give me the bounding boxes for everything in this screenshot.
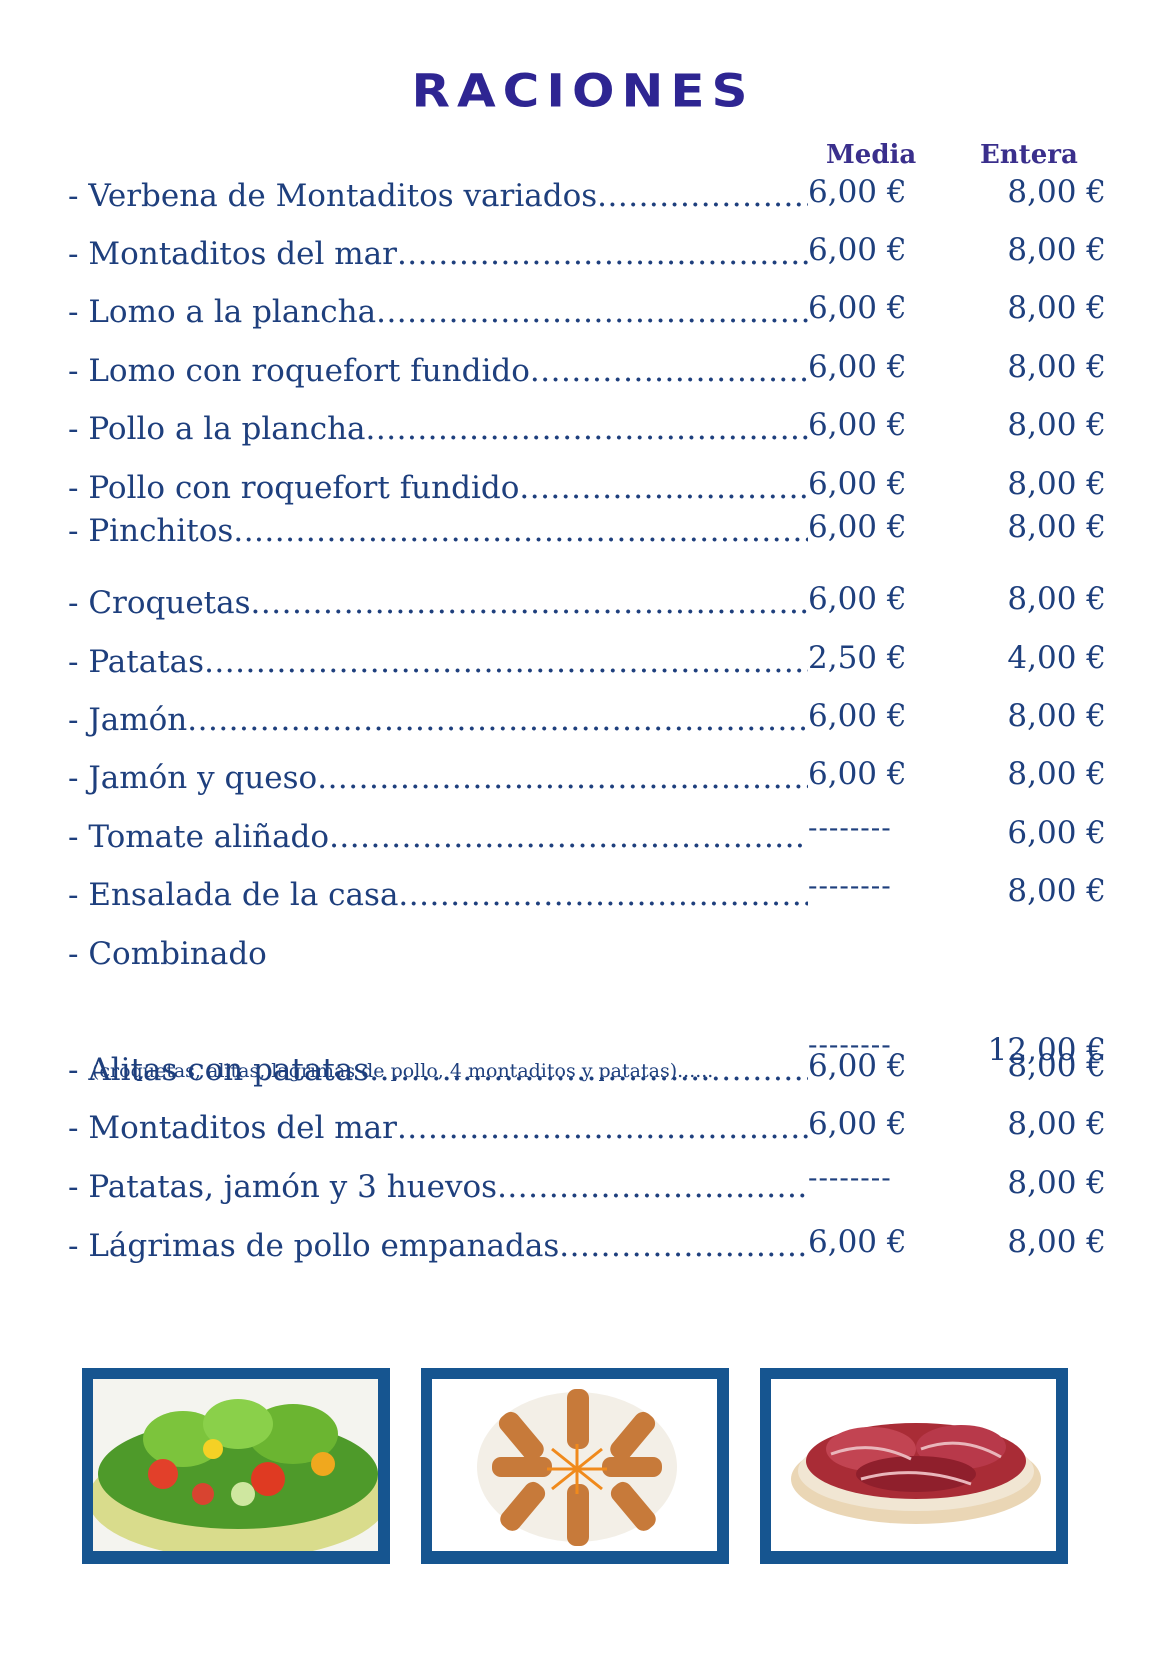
leader-dots: ........................................… — [317, 760, 808, 796]
leader-dots: ........................................… — [365, 411, 808, 447]
price-media: 6,00 € — [808, 756, 907, 792]
column-header-entera: Entera — [980, 140, 1078, 170]
menu-item-name: - Jamón y queso.........................… — [68, 760, 808, 796]
menu-item-label: - Jamón — [68, 702, 188, 738]
leader-dots: ........................................… — [497, 1169, 808, 1205]
menu-item-label: - Lomo a la plancha — [68, 294, 377, 330]
menu-item-name: - Pollo a la plancha....................… — [68, 411, 808, 447]
price-media: 6,00 € — [808, 698, 907, 734]
column-header-media: Media — [826, 140, 917, 170]
price-media: 6,00 € — [808, 509, 907, 545]
price-entera: 8,00 € — [1007, 466, 1106, 502]
menu-item-label: - Tomate aliñado — [68, 819, 330, 855]
price-entera: 8,00 € — [1007, 174, 1106, 210]
price-media: 6,00 € — [808, 174, 907, 210]
menu-item-name: - Patatas...............................… — [68, 644, 808, 680]
price-media: -------- — [808, 811, 892, 844]
price-entera: 8,00 € — [1007, 407, 1106, 443]
menu-item-name: - Pollo con roquefort fundido...........… — [68, 470, 808, 506]
menu-item-label: - Croquetas — [68, 585, 251, 621]
price-media: 6,00 € — [808, 290, 907, 326]
price-entera: 12,00 € — [987, 1032, 1106, 1068]
price-entera: 8,00 € — [1007, 873, 1106, 909]
menu-item-label: - Pinchitos — [68, 513, 234, 549]
price-media: 6,00 € — [808, 232, 907, 268]
price-entera: 8,00 € — [1007, 1106, 1106, 1142]
price-entera: 8,00 € — [1007, 1224, 1106, 1260]
price-entera: 8,00 € — [1007, 290, 1106, 326]
price-entera: 8,00 € — [1007, 349, 1106, 385]
combinado-detail: (croquetas, alitas, lagrimas de pollo, 4… — [92, 1060, 714, 1082]
price-media: 6,00 € — [808, 466, 907, 502]
salad-photo — [82, 1368, 390, 1564]
menu-item-name: - Tomate aliñado........................… — [68, 819, 808, 855]
menu-item-name: - Montaditos del mar....................… — [68, 236, 808, 272]
leader-dots: ........................................… — [233, 513, 808, 549]
menu-item-name: - Ensalada de la casa...................… — [68, 877, 808, 913]
price-media: -------- — [808, 1161, 892, 1194]
leader-dots: ........................................… — [529, 353, 808, 389]
skewers-photo — [421, 1368, 729, 1564]
menu-item-name: - Patatas, jamón y 3 huevos.............… — [68, 1169, 808, 1205]
menu-item-label: - Combinado — [68, 936, 267, 972]
menu-item-label: - Pollo a la plancha — [68, 411, 366, 447]
price-media: 6,00 € — [808, 1224, 907, 1260]
menu-item-name: - Verbena de Montaditos variados........… — [68, 178, 808, 214]
menu-item-name: - Montaditos del mar....................… — [68, 1110, 808, 1146]
price-entera: 8,00 € — [1007, 581, 1106, 617]
menu-item-label: - Jamón y queso — [68, 760, 318, 796]
menu-page: RACIONES Media Entera - Verbena de Monta… — [0, 0, 1166, 1654]
menu-item-name: - Lomo con roquefort fundido............… — [68, 353, 808, 389]
price-entera: 8,00 € — [1007, 509, 1106, 545]
menu-item-label: - Patatas — [68, 644, 205, 680]
menu-item-name: - Combinado — [68, 936, 808, 972]
combinado-detail-text: (croquetas, alitas, lagrimas de pollo, 4… — [92, 1060, 678, 1082]
price-media: 6,00 € — [808, 581, 907, 617]
menu-item-name: - Lomo a la plancha.....................… — [68, 294, 808, 330]
menu-item-label: - Montaditos del mar — [68, 1110, 397, 1146]
price-entera: 8,00 € — [1007, 698, 1106, 734]
leader-dots: ........................................… — [376, 294, 808, 330]
ham-photo — [760, 1368, 1068, 1564]
menu-item-name: - Pinchitos.............................… — [68, 513, 808, 549]
price-entera: 6,00 € — [1007, 815, 1106, 851]
menu-item-label: - Lágrimas de pollo empanadas — [68, 1228, 560, 1264]
leader-dots: ........................................… — [187, 702, 808, 738]
leader-dots: ........................................… — [396, 236, 808, 272]
price-media: 2,50 € — [808, 640, 907, 676]
price-entera: 4,00 € — [1007, 640, 1106, 676]
price-media: -------- — [808, 1028, 892, 1061]
price-media: 6,00 € — [808, 407, 907, 443]
leader-dots: ........................................… — [559, 1228, 808, 1264]
page-title: RACIONES — [411, 64, 755, 118]
price-entera: 8,00 € — [1007, 232, 1106, 268]
menu-item-label: - Pollo con roquefort fundido — [68, 470, 520, 506]
price-entera: 8,00 € — [1007, 756, 1106, 792]
menu-item-label: - Patatas, jamón y 3 huevos — [68, 1169, 498, 1205]
leader-dots: ........................................… — [519, 470, 808, 506]
leader-dots: ........................................… — [329, 819, 808, 855]
leader-dots: ........................................… — [250, 585, 808, 621]
menu-item-name: - Croquetas.............................… — [68, 585, 808, 621]
leader-dots: ........................................… — [204, 644, 808, 680]
price-media: -------- — [808, 869, 892, 902]
leader-dots: ........................................… — [398, 877, 808, 913]
price-media: 6,00 € — [808, 1106, 907, 1142]
menu-item-label: - Montaditos del mar — [68, 236, 397, 272]
leader-dots: ........................................… — [597, 178, 808, 214]
menu-item-label: - Verbena de Montaditos variados — [68, 178, 598, 214]
menu-item-label: - Lomo con roquefort fundido — [68, 353, 530, 389]
price-entera: 8,00 € — [1007, 1165, 1106, 1201]
menu-item-name: - Jamón.................................… — [68, 702, 808, 738]
menu-item-name: - Lágrimas de pollo empanadas...........… — [68, 1228, 808, 1264]
price-media: 6,00 € — [808, 349, 907, 385]
menu-item-label: - Ensalada de la casa — [68, 877, 399, 913]
leader-dots: ........................................… — [396, 1110, 808, 1146]
